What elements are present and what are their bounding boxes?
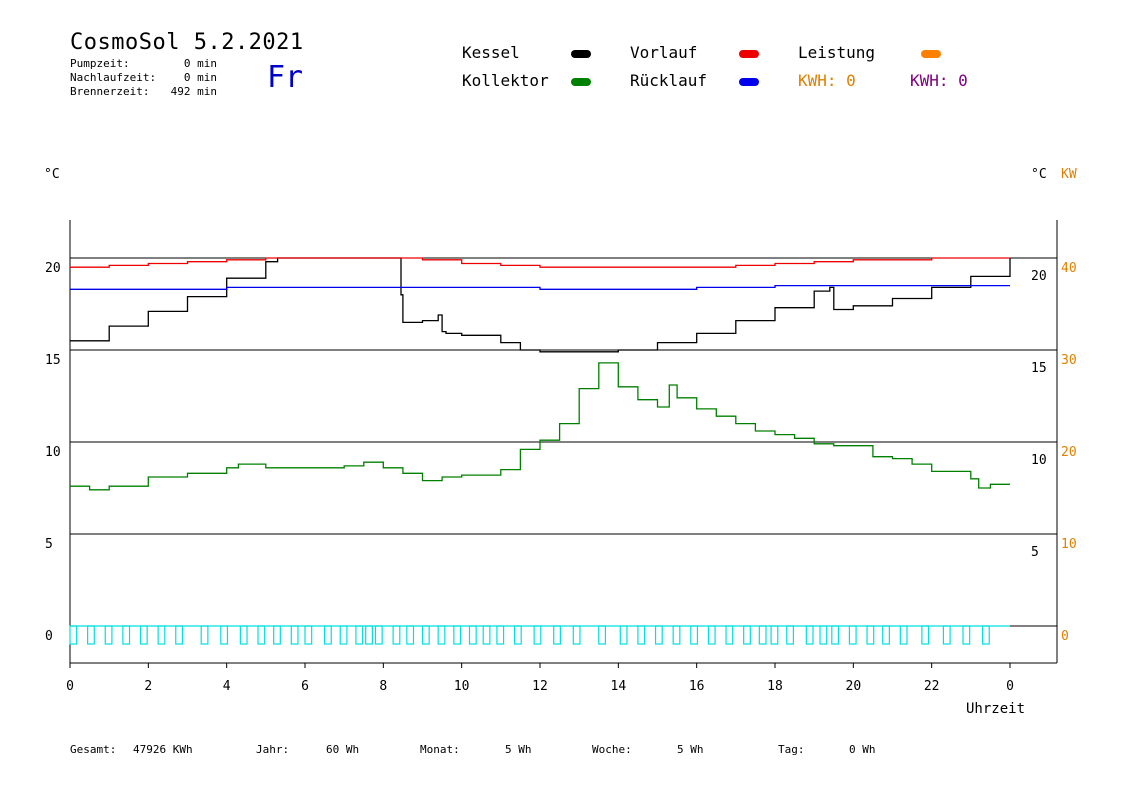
x-tick-label: 10 bbox=[454, 679, 470, 694]
pump-pulse bbox=[365, 625, 373, 645]
pump-pulse bbox=[962, 625, 971, 645]
pump-pulse bbox=[157, 625, 166, 645]
footer-label: Tag: bbox=[778, 743, 805, 756]
y-tick-right: 30 bbox=[1061, 353, 1077, 368]
pump-pulse bbox=[374, 625, 383, 645]
y-tick-left: 0 bbox=[45, 629, 53, 644]
x-tick-label: 0 bbox=[66, 679, 74, 694]
x-tick-label: 2 bbox=[144, 679, 152, 694]
footer-value: 5 Wh bbox=[677, 743, 704, 756]
pump-pulse bbox=[482, 625, 491, 645]
pump-pulse bbox=[87, 625, 95, 645]
footer-value: 47926 KWh bbox=[133, 743, 193, 756]
y-tick-left: 10 bbox=[45, 445, 61, 460]
pump-pulse bbox=[200, 625, 209, 645]
series-kessel bbox=[70, 257, 1011, 353]
pump-pulse bbox=[805, 625, 814, 645]
pump-pulse bbox=[786, 625, 795, 645]
pump-pulse bbox=[304, 625, 313, 645]
pump-pulse bbox=[882, 625, 890, 645]
pump-pulse bbox=[437, 625, 446, 645]
pump-pulse bbox=[598, 625, 607, 645]
pump-pulse bbox=[496, 625, 505, 645]
pump-pulse bbox=[619, 625, 628, 645]
pump-pulse bbox=[553, 625, 561, 645]
pump-pulse bbox=[942, 625, 951, 645]
pump-pulse bbox=[421, 625, 430, 645]
footer-label: Woche: bbox=[592, 743, 632, 756]
footer-label: Jahr: bbox=[256, 743, 290, 756]
x-tick-label: 8 bbox=[379, 679, 387, 694]
pump-pulse bbox=[725, 625, 734, 645]
footer-label: Monat: bbox=[420, 743, 460, 756]
pump-pulse bbox=[220, 625, 229, 645]
pump-pulse bbox=[175, 625, 184, 645]
pump-pulse bbox=[139, 625, 148, 645]
x-tick-label: 16 bbox=[689, 679, 705, 694]
pump-pulse bbox=[743, 625, 751, 645]
pump-pulse bbox=[831, 625, 840, 645]
y-tick-left: 5 bbox=[45, 537, 53, 552]
y-tick-right: 0 bbox=[1061, 629, 1069, 644]
pump-pulse bbox=[866, 625, 875, 645]
pump-pulse bbox=[323, 625, 332, 645]
pump-pulse bbox=[707, 625, 716, 645]
y-tick-left: 20 bbox=[45, 261, 61, 276]
pump-pulse bbox=[981, 625, 990, 645]
pump-pulse bbox=[257, 625, 266, 645]
pump-pulse bbox=[290, 625, 299, 645]
pump-pulse bbox=[848, 625, 857, 645]
pump-pulse bbox=[273, 625, 281, 645]
x-tick-label: 18 bbox=[767, 679, 783, 694]
pump-pulse bbox=[239, 625, 248, 645]
x-tick-label: 4 bbox=[223, 679, 231, 694]
pump-pulse bbox=[355, 625, 364, 645]
pump-pulse bbox=[819, 625, 828, 645]
y-tick-inner: 20 bbox=[1031, 269, 1047, 284]
y-tick-right: 40 bbox=[1061, 261, 1077, 276]
temperature-chart: 20 15 10 5 0 20 15 10 5 40 30 20 10 0 0 2 4 6 8 10 12 14 16 18 2… bbox=[45, 220, 1077, 694]
pump-pulse bbox=[758, 625, 767, 645]
x-tick-label: 22 bbox=[924, 679, 940, 694]
pump-pulse bbox=[654, 625, 663, 645]
y-tick-inner: 5 bbox=[1031, 545, 1039, 560]
series-kollektor bbox=[70, 362, 1010, 491]
footer-value: 60 Wh bbox=[326, 743, 360, 756]
pump-pulse bbox=[122, 625, 131, 645]
footer-value: 0 Wh bbox=[849, 743, 876, 756]
pump-pulse bbox=[533, 625, 542, 645]
pump-pulse bbox=[572, 625, 581, 645]
pump-pulse bbox=[468, 625, 477, 645]
x-tick-label: 0 bbox=[1006, 679, 1014, 694]
x-tick-label: 20 bbox=[846, 679, 862, 694]
x-tick-label: 6 bbox=[301, 679, 309, 694]
pump-pulse bbox=[104, 625, 113, 645]
series-vorlauf bbox=[70, 257, 1010, 268]
y-tick-inner: 15 bbox=[1031, 361, 1047, 376]
pump-pulse bbox=[69, 625, 78, 645]
footer-label: Gesamt: bbox=[70, 743, 117, 756]
pump-pulse bbox=[406, 625, 415, 645]
series-rcklauf bbox=[70, 284, 1010, 290]
y-tick-right: 20 bbox=[1061, 445, 1077, 460]
pump-pulse bbox=[339, 625, 348, 645]
pump-pulse bbox=[672, 625, 681, 645]
pump-pulse bbox=[453, 625, 462, 645]
x-tick-label: 12 bbox=[532, 679, 548, 694]
pump-pulse bbox=[392, 625, 401, 645]
y-tick-inner: 10 bbox=[1031, 453, 1047, 468]
x-tick-label: 14 bbox=[611, 679, 627, 694]
pump-pulse bbox=[690, 625, 699, 645]
pump-pulse bbox=[513, 625, 522, 645]
pump-pulse bbox=[637, 625, 646, 645]
pump-pulse bbox=[899, 625, 908, 645]
pump-pulse bbox=[921, 625, 930, 645]
pump-pulse bbox=[770, 625, 779, 645]
footer-value: 5 Wh bbox=[505, 743, 532, 756]
y-tick-right: 10 bbox=[1061, 537, 1077, 552]
y-tick-left: 15 bbox=[45, 353, 61, 368]
